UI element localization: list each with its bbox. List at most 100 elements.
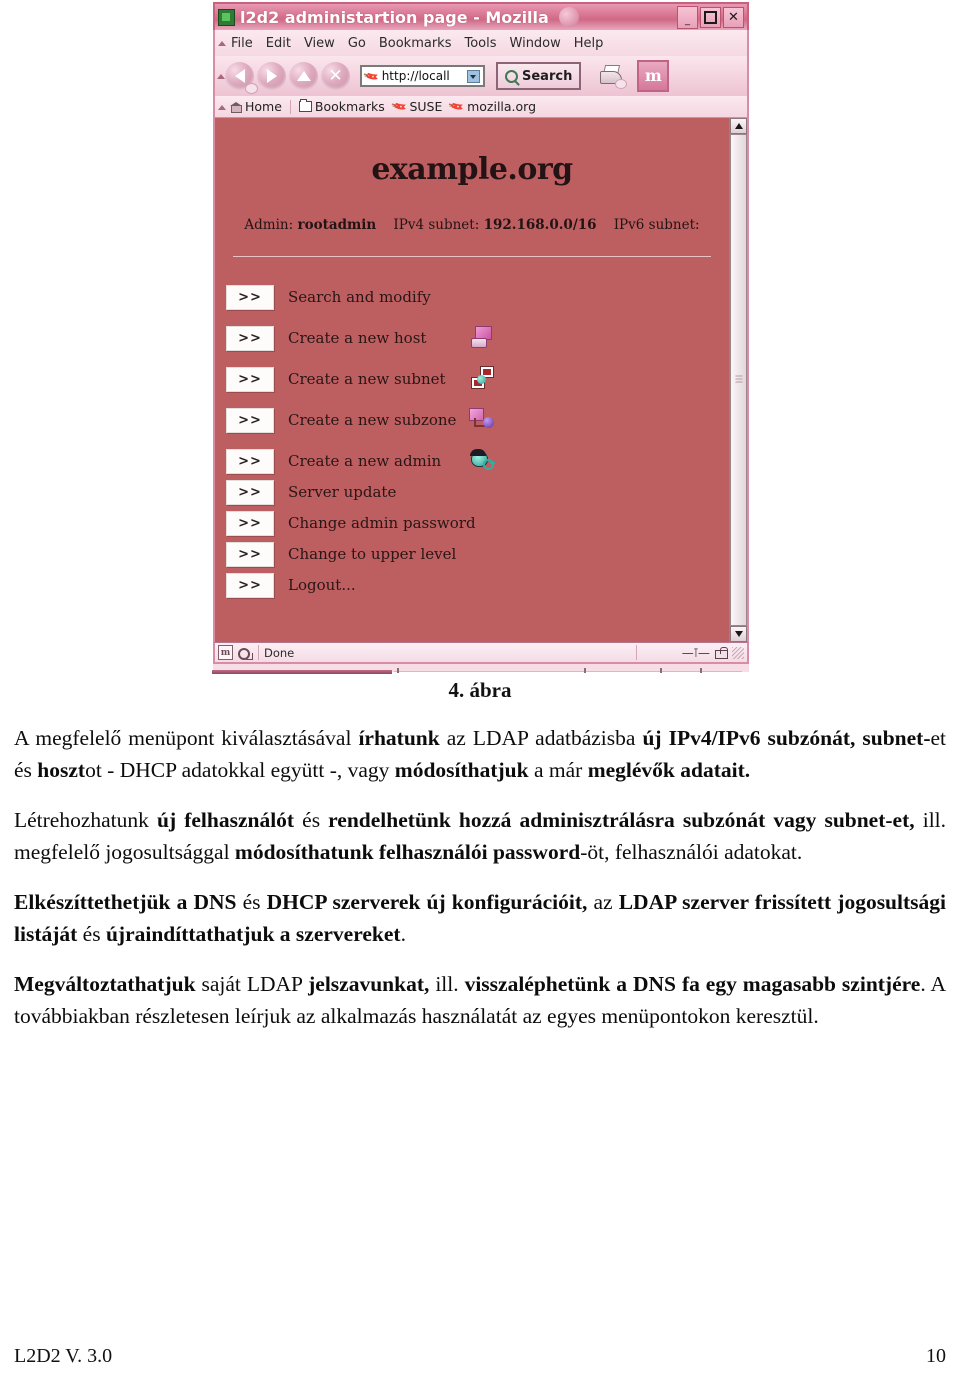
footer-left: L2D2 V. 3.0 (14, 1345, 113, 1367)
url-input[interactable]: 🔖 http://locall (360, 65, 485, 87)
p4-b3: visszaléphetünk a DNS fa egy magasabb sz… (464, 972, 921, 996)
mozilla-logo-icon[interactable]: m (637, 60, 670, 92)
mozilla-logo-letter: m (644, 66, 662, 85)
throbber-icon[interactable] (558, 7, 579, 27)
back-dropdown-icon[interactable] (245, 82, 258, 94)
menu-item-label: Search and modify (288, 288, 431, 306)
chevron-down-icon[interactable] (467, 69, 480, 83)
p3-b4: újraindíttathatjuk a szervereket (105, 922, 401, 946)
taskbar-tick (584, 668, 586, 673)
p3-b2: DHCP szerverek új konfigurációit, (266, 890, 588, 914)
p1-s2: az LDAP adatbázisba (439, 726, 643, 750)
go-button[interactable]: >> (226, 541, 274, 567)
search-icon (505, 69, 518, 83)
menu-item-label: Logout... (288, 576, 356, 594)
page-title: example.org (371, 152, 573, 187)
menu-view[interactable]: View (304, 36, 335, 51)
go-button[interactable]: >> (226, 572, 274, 598)
close-button[interactable]: ✕ (723, 6, 744, 28)
arrow-up-icon (296, 71, 311, 81)
menu-item-create-a-new-subzone[interactable]: >> Create a new subzone (226, 407, 729, 433)
back-button[interactable] (225, 61, 258, 94)
menu-item-server-update[interactable]: >> Server update (226, 479, 729, 505)
p1-b4: módosíthatjuk (394, 758, 529, 782)
security-lock-icon[interactable] (714, 646, 728, 659)
personal-bookmarks-toolbar: Home Bookmarks 🔖 SUSE 🔖 mozilla.org (213, 96, 749, 118)
toolbar-grip-icon[interactable] (218, 41, 226, 46)
taskbar-button (212, 670, 392, 674)
bookmark-home[interactable]: Home (230, 99, 282, 114)
p4-b1: Megváltoztathatjuk (14, 972, 196, 996)
menu-item-change-to-upper-level[interactable]: >> Change to upper level (226, 541, 729, 567)
bookmark-mozilla-org-label: mozilla.org (467, 99, 537, 114)
menu-item-search-and-modify[interactable]: >> Search and modify (226, 284, 729, 310)
status-divider (258, 645, 259, 660)
scrollbar-track[interactable] (730, 134, 747, 626)
window-title: l2d2 administartion page - Mozilla (240, 7, 549, 27)
document-body: A megfelelő menüpont kiválasztásával írh… (14, 722, 946, 1050)
menu-go[interactable]: Go (348, 36, 366, 51)
resize-grip-icon[interactable] (732, 646, 744, 659)
menu-item-create-a-new-host[interactable]: >> Create a new host (226, 325, 729, 351)
menu-edit[interactable]: Edit (266, 36, 291, 51)
arrow-left-icon (234, 69, 245, 83)
bookmark-pin-icon: 🔖 (447, 97, 467, 116)
web-page: example.org Admin: rootadmin IPv4 subnet… (215, 118, 729, 642)
menu-item-logout[interactable]: >> Logout... (226, 572, 729, 598)
paragraph-4: Megváltoztathatjuk saját LDAP jelszavunk… (14, 968, 946, 1032)
go-button[interactable]: >> (226, 284, 274, 310)
browser-content-area: example.org Admin: rootadmin IPv4 subnet… (213, 118, 749, 642)
go-button[interactable]: >> (226, 479, 274, 505)
menu-help[interactable]: Help (574, 36, 604, 51)
p2-b1: új felhasználót (157, 808, 295, 832)
menu-window[interactable]: Window (510, 36, 561, 51)
go-button[interactable]: >> (226, 510, 274, 536)
go-button[interactable]: >> (226, 407, 274, 433)
bookmark-mozilla-org[interactable]: 🔖 mozilla.org (447, 97, 537, 116)
paragraph-1: A megfelelő menüpont kiválasztásával írh… (14, 722, 946, 786)
p3-b1: Elkészíttethetjük a DNS (14, 890, 237, 914)
p3-s3: és (77, 922, 106, 946)
go-button[interactable]: >> (226, 448, 274, 474)
p2-b2: rendelhetünk hozzá adminisztrálásra subz… (328, 808, 915, 832)
menu-item-label: Change to upper level (288, 545, 457, 563)
bookmark-suse[interactable]: 🔖 SUSE (390, 97, 443, 116)
go-button[interactable]: >> (226, 325, 274, 351)
toolbar-grip-icon[interactable] (218, 104, 226, 110)
p1-b3: hoszt (37, 758, 86, 782)
mozilla-status-icon[interactable]: m (218, 645, 233, 660)
scroll-down-button[interactable] (730, 626, 747, 642)
plugin-status-icon[interactable]: —⊺— (682, 646, 710, 660)
p4-s1: saját LDAP (195, 972, 309, 996)
toolbar-grip-icon[interactable] (217, 74, 225, 79)
stop-button[interactable]: ✕ (321, 61, 350, 91)
composer-status-icon[interactable] (238, 646, 253, 660)
reload-button[interactable] (289, 61, 318, 91)
forward-button[interactable] (257, 61, 286, 91)
p1-s4: ot - DHCP adatokkal együtt -, vagy (85, 758, 395, 782)
ipv4-value: 192.168.0.0/16 (483, 217, 597, 233)
scroll-up-button[interactable] (730, 118, 747, 134)
maximize-button[interactable] (700, 6, 721, 28)
menu-tools[interactable]: Tools (464, 36, 496, 51)
search-button[interactable]: Search (496, 62, 582, 90)
menu-item-create-a-new-subnet[interactable]: >> Create a new subnet (226, 366, 729, 392)
bookmark-suse-label: SUSE (409, 99, 443, 114)
go-button[interactable]: >> (226, 366, 274, 392)
menu-item-change-admin-password[interactable]: >> Change admin password (226, 510, 729, 536)
print-icon[interactable] (598, 64, 628, 89)
minimize-button[interactable]: _ (677, 5, 698, 29)
menu-item-label: Create a new host (288, 329, 427, 347)
menu-item-create-a-new-admin[interactable]: >> Create a new admin (226, 448, 729, 474)
vertical-scrollbar[interactable] (729, 118, 747, 642)
scrollbar-thumb[interactable] (730, 134, 747, 626)
figure-caption: 4. ábra (448, 678, 512, 702)
bookmark-bookmarks[interactable]: Bookmarks (298, 99, 385, 114)
taskbar-tick (397, 668, 399, 673)
admin-user-key-icon (469, 448, 495, 474)
menu-bookmarks[interactable]: Bookmarks (379, 36, 452, 51)
bookmark-home-label: Home (245, 99, 282, 114)
menu-file[interactable]: File (231, 36, 253, 51)
status-divider (635, 645, 637, 660)
taskbar-tick (660, 668, 662, 673)
